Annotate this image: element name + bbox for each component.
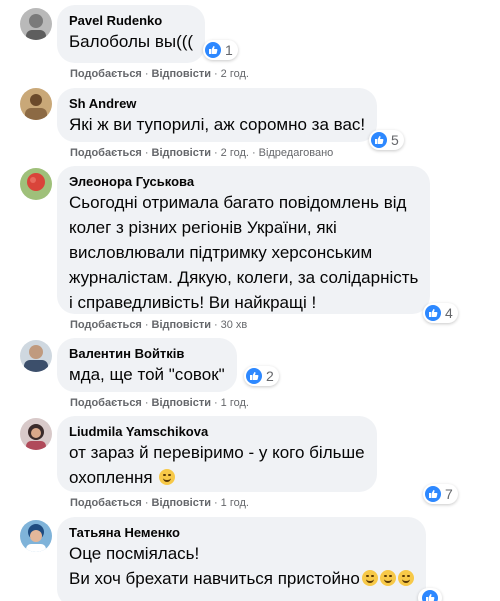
- laugh-emoji-icon: [361, 570, 378, 586]
- reaction-count: 2: [266, 368, 274, 384]
- like-icon: [246, 368, 262, 384]
- edited-label[interactable]: Відредаговано: [259, 147, 334, 159]
- reaction-summary[interactable]: 5: [369, 130, 404, 150]
- comment-timestamp[interactable]: 2 год.: [221, 68, 249, 80]
- like-button[interactable]: Подобається: [70, 147, 142, 159]
- laugh-emoji-icon: [379, 570, 396, 586]
- comment-author[interactable]: Татьяна Неменко: [69, 524, 414, 541]
- reaction-summary[interactable]: [418, 588, 442, 601]
- reaction-summary[interactable]: 4: [423, 303, 458, 323]
- reaction-count: 4: [445, 305, 453, 321]
- comment-author[interactable]: Liudmila Yamschikova: [69, 423, 365, 440]
- comment-text: Балоболы вы(((: [69, 32, 194, 51]
- comment-text: Які ж ви тупорилі, аж соромно за вас!: [69, 115, 366, 134]
- comment-text: Оце посміялась! Ви хоч брехати навчиться…: [69, 541, 414, 591]
- comment-author[interactable]: Валентин Войтків: [69, 345, 225, 362]
- reply-button[interactable]: Відповісти: [152, 147, 211, 159]
- reaction-count: 1: [225, 42, 233, 58]
- comment-actions: Подобається · Відповісти · 2 год. · Відредагов…: [70, 147, 334, 159]
- comment-timestamp[interactable]: 1 год.: [221, 397, 249, 409]
- comment-bubble: Валентин Войтків мда, ще той "совок": [57, 338, 237, 392]
- comment-bubble: Элеонора Гуськова Сьогодні отримала бага…: [57, 166, 431, 314]
- avatar[interactable]: [20, 340, 52, 372]
- reaction-summary[interactable]: 7: [423, 484, 458, 504]
- reply-button[interactable]: Відповісти: [152, 319, 211, 331]
- reply-button[interactable]: Відповісти: [152, 397, 211, 409]
- comment-author[interactable]: Pavel Rudenko: [69, 12, 193, 29]
- comment-text: Сьогодні отримала багато повідомлень від…: [69, 193, 419, 312]
- like-button[interactable]: Подобається: [70, 68, 142, 80]
- comment-bubble: Татьяна Неменко Оце посміялась! Ви хоч б…: [57, 517, 426, 601]
- like-button[interactable]: Подобається: [70, 497, 142, 509]
- laugh-emoji-icon: [397, 570, 414, 586]
- reply-button[interactable]: Відповісти: [152, 68, 211, 80]
- comment-actions: Подобається · Відповісти · 2 год.: [70, 68, 249, 80]
- comment-bubble: Liudmila Yamschikova от зараз й перевіри…: [57, 416, 377, 492]
- comment-text: мда, ще той "совок": [69, 365, 225, 384]
- comment-bubble: Sh Andrew Які ж ви тупорилі, аж соромно …: [57, 88, 378, 142]
- comment-author[interactable]: Sh Andrew: [69, 95, 365, 112]
- comment-bubble: Pavel Rudenko Балоболы вы(((: [57, 5, 206, 63]
- smile-emoji-icon: [159, 469, 176, 485]
- avatar[interactable]: [20, 8, 52, 40]
- comment-timestamp[interactable]: 2 год.: [221, 147, 249, 159]
- reply-button[interactable]: Відповісти: [152, 497, 211, 509]
- reaction-count: 5: [391, 132, 399, 148]
- avatar[interactable]: [20, 418, 52, 450]
- comment-actions: Подобається · Відповісти · 1 год.: [70, 397, 249, 409]
- like-icon: [371, 132, 387, 148]
- like-button[interactable]: Подобається: [70, 319, 142, 331]
- like-icon: [425, 305, 441, 321]
- reaction-summary[interactable]: 1: [203, 40, 238, 60]
- comment-actions: Подобається · Відповісти · 1 год.: [70, 497, 249, 509]
- like-icon: [425, 486, 441, 502]
- like-button[interactable]: Подобається: [70, 397, 142, 409]
- comment-timestamp[interactable]: 30 хв: [221, 319, 248, 331]
- reaction-count: 7: [445, 486, 453, 502]
- comment-timestamp[interactable]: 1 год.: [221, 497, 249, 509]
- avatar[interactable]: [20, 520, 52, 552]
- like-icon: [205, 42, 221, 58]
- comment-author[interactable]: Элеонора Гуськова: [69, 173, 418, 190]
- like-icon: [422, 590, 438, 601]
- avatar[interactable]: [20, 88, 52, 120]
- reaction-summary[interactable]: 2: [244, 366, 279, 386]
- comment-text: от зараз й перевіримо - у кого більше ох…: [69, 443, 365, 487]
- avatar[interactable]: [20, 168, 52, 200]
- comment-actions: Подобається · Відповісти · 30 хв: [70, 319, 248, 331]
